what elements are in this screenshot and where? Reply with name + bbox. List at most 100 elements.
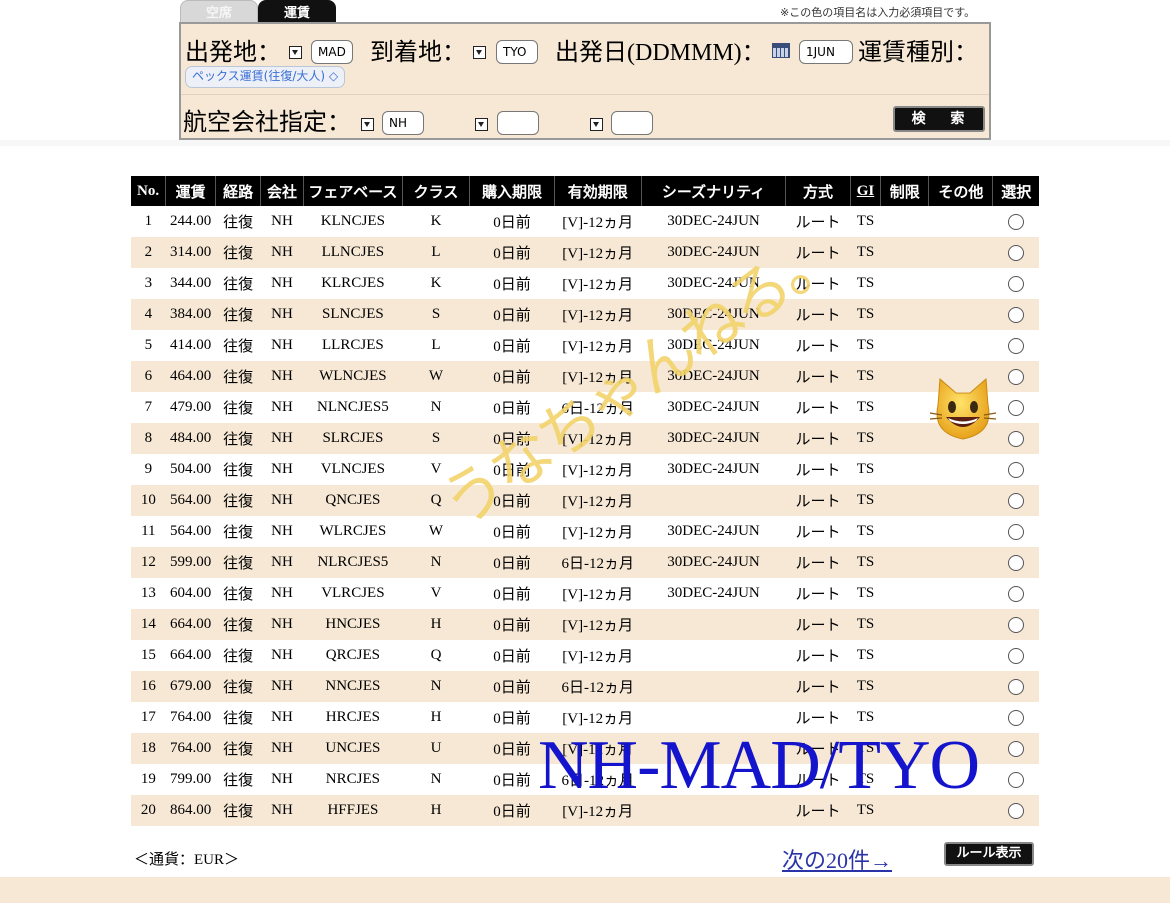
select-radio[interactable] (1007, 399, 1024, 416)
cell-select (993, 516, 1039, 547)
cell-purchase-deadline: 0日前 (469, 299, 555, 330)
cell-other (929, 516, 993, 547)
select-radio[interactable] (1007, 368, 1024, 385)
cell-method: ルート (795, 339, 841, 355)
cell-restriction (881, 206, 929, 237)
cell-fare-basis: NRCJES (325, 771, 380, 787)
cell-route-type: 往復 (215, 795, 261, 826)
cell-restriction (881, 454, 929, 485)
cell-route-type: 往復 (223, 339, 254, 355)
cell-no: 15 (140, 647, 156, 663)
rule-display-button[interactable]: ルール表示 (944, 842, 1034, 866)
select-radio[interactable] (1007, 244, 1024, 261)
origin-dropdown-icon[interactable] (289, 46, 302, 59)
cell-class: K (430, 213, 442, 229)
table-row: 12 599.00 往復 NH NLRCJES5 N 0日前 6日-12ヵ月 30DEC-24J… (131, 547, 1039, 578)
cell-fare-basis: SLRCJES (303, 423, 403, 454)
cell-no: 14 (131, 609, 166, 640)
cell-no: 1 (144, 213, 153, 229)
cell-seasonality: 30DEC-24JUN (641, 423, 786, 454)
select-radio[interactable] (1007, 771, 1024, 788)
select-radio[interactable] (1007, 306, 1024, 323)
select-radio[interactable] (1007, 616, 1024, 633)
cell-select (993, 578, 1039, 609)
destination-input[interactable]: TYO (496, 40, 538, 64)
cell-select (992, 547, 1039, 578)
cell-gi: TS (850, 547, 881, 578)
select-radio[interactable] (1007, 461, 1024, 478)
select-radio[interactable] (1007, 709, 1024, 726)
select-radio[interactable] (1007, 554, 1024, 571)
cell-other (928, 237, 993, 268)
departure-date-input[interactable]: 1JUN (799, 40, 853, 64)
calendar-icon[interactable] (772, 43, 790, 58)
cell-class: L (431, 337, 441, 353)
origin-label: 出発地： (185, 40, 281, 66)
tab-fares[interactable]: 運賃 (258, 0, 336, 22)
cell-no: 4 (131, 299, 166, 330)
cell-airline: NH (260, 485, 304, 516)
column-header-route-type: 経路 (215, 176, 262, 206)
airline-3-input[interactable] (611, 111, 653, 135)
airline-2-dropdown-icon[interactable] (475, 118, 488, 131)
select-radio[interactable] (1007, 678, 1024, 695)
cell-gi: TS (856, 213, 875, 229)
cell-restriction (881, 578, 929, 609)
cell-fare-basis: VLRCJES (321, 585, 385, 601)
select-radio[interactable] (1007, 523, 1024, 540)
fare-type-select[interactable]: ペックス運賃(往復/大人) ◇ (185, 66, 346, 88)
airline-label: 航空会社指定： (183, 110, 351, 136)
cell-class: V (430, 585, 442, 601)
table-row: 15 664.00 往復 NH QRCJES Q 0日前 [V]-12ヵ月 ルート TS (131, 640, 1039, 671)
cell-validity: [V]-12ヵ月 (562, 215, 634, 231)
cell-gi: TS (850, 485, 881, 516)
cell-restriction (881, 268, 929, 299)
cell-gi: TS (856, 461, 875, 477)
cell-method: ルート (795, 463, 841, 479)
select-radio[interactable] (1007, 337, 1024, 354)
select-radio[interactable] (1007, 213, 1024, 230)
select-radio[interactable] (1007, 802, 1024, 819)
select-radio[interactable] (1007, 647, 1024, 664)
cell-no: 9 (144, 461, 153, 477)
cell-fare: 799.00 (170, 771, 212, 787)
cell-airline: NH (260, 237, 304, 268)
airline-2-input[interactable] (497, 111, 539, 135)
column-header-gi[interactable]: GI (850, 176, 882, 206)
select-radio[interactable] (1007, 740, 1024, 757)
cell-seasonality (641, 485, 786, 516)
cell-fare: 464.00 (165, 361, 216, 392)
cell-validity: [V]-12ヵ月 (554, 485, 642, 516)
cell-restriction (880, 299, 929, 330)
select-radio[interactable] (1007, 492, 1024, 509)
airline-3-dropdown-icon[interactable] (590, 118, 603, 131)
cell-select (993, 330, 1039, 361)
column-header-select: 選択 (992, 176, 1039, 206)
select-radio[interactable] (1007, 430, 1024, 447)
airline-1-dropdown-icon[interactable] (361, 118, 374, 131)
cell-restriction (881, 330, 929, 361)
cell-class: N (430, 399, 442, 415)
cell-gi: TS (850, 237, 881, 268)
form-divider (181, 94, 989, 95)
cell-fare: 679.00 (165, 671, 216, 702)
airline-1-input[interactable]: NH (382, 111, 424, 135)
currency-label: ＜通貨：EUR＞ (134, 852, 240, 868)
cell-route-type: 往復 (223, 587, 254, 603)
tab-availability[interactable]: 空席 (180, 0, 258, 22)
origin-input[interactable]: MAD (311, 40, 353, 64)
cell-airline: NH (271, 709, 293, 725)
next-page-link[interactable]: 次の20件→ (782, 843, 892, 875)
cell-seasonality: 30DEC-24JUN (667, 461, 760, 477)
cell-airline: NH (271, 647, 293, 663)
destination-label: 到着地： (370, 40, 466, 66)
select-radio[interactable] (1007, 275, 1024, 292)
cell-select (993, 392, 1039, 423)
search-button[interactable]: 検 索 (893, 106, 985, 132)
destination-dropdown-icon[interactable] (473, 46, 486, 59)
cell-airline: NH (260, 609, 304, 640)
cell-gi: TS (850, 671, 881, 702)
fare-search-form: 出発地： MAD 到着地： TYO 出発日(DDMMM)： 1JUN 運賃種別：… (179, 22, 991, 140)
select-radio[interactable] (1007, 585, 1024, 602)
cell-restriction (881, 392, 929, 423)
